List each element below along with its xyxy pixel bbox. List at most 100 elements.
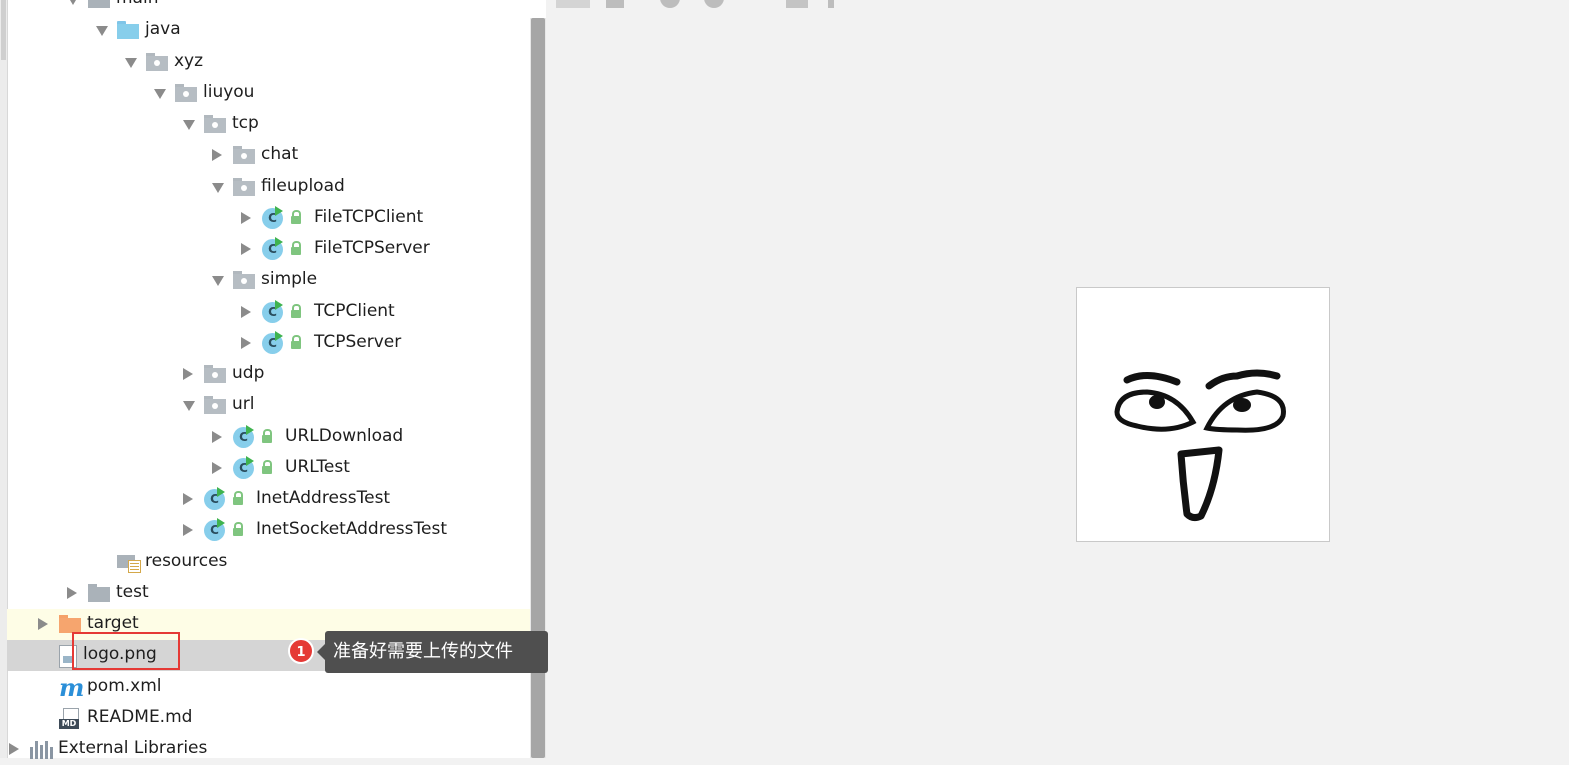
zoom-to-fit-icon[interactable] [556, 0, 590, 8]
tree-item[interactable]: MD README.md [7, 703, 530, 734]
tree-item[interactable]: tcp [7, 109, 530, 140]
collapsed-arrow-icon[interactable] [183, 524, 193, 537]
expanded-arrow-icon[interactable] [183, 120, 195, 130]
tree-item-label: URLTest [285, 456, 350, 477]
tree-item-label: udp [232, 363, 265, 383]
tree-item[interactable]: C InetSocketAddressTest [7, 515, 530, 546]
package-icon [233, 271, 255, 290]
color-picker-icon[interactable] [828, 0, 834, 8]
package-icon [204, 365, 226, 383]
tree-item[interactable]: simple [7, 265, 530, 296]
tree-item-label: FileTCPServer [314, 238, 430, 258]
folder-icon [88, 0, 110, 8]
face-drawing-icon [1114, 369, 1286, 522]
tree-item[interactable]: liuyou [7, 78, 530, 109]
tree-item-label: TCPClient [314, 300, 395, 321]
java-class-icon: C [233, 424, 279, 449]
collapsed-arrow-icon[interactable] [212, 430, 222, 443]
java-class-icon: C [204, 518, 250, 542]
collapsed-arrow-icon[interactable] [241, 211, 251, 224]
package-icon [233, 177, 255, 196]
highlight-box [72, 632, 180, 670]
libraries-icon [30, 741, 54, 759]
tree-item[interactable]: resources [7, 547, 530, 578]
tree-item[interactable]: test [7, 578, 530, 609]
zoom-in-icon[interactable] [660, 0, 680, 8]
image-preview [1076, 287, 1330, 542]
scroll-thumb[interactable] [1, 0, 6, 60]
tree-item-label: README.md [87, 706, 193, 727]
collapsed-arrow-icon[interactable] [241, 305, 251, 318]
tooltip-arrow [317, 644, 325, 660]
collapsed-arrow-icon[interactable] [183, 368, 193, 380]
expanded-arrow-icon[interactable] [212, 276, 224, 287]
tree-item-label: InetSocketAddressTest [256, 519, 447, 540]
tree-item-label: java [145, 19, 181, 40]
markdown-file-icon: MD [59, 707, 79, 729]
tree-item[interactable]: udp [7, 359, 530, 390]
tree-item[interactable]: main [7, 0, 530, 15]
tree-item[interactable]: C FileTCPClient [7, 203, 530, 234]
tree-item[interactable]: java [7, 15, 530, 46]
collapsed-arrow-icon[interactable] [183, 493, 193, 505]
tree-item[interactable]: C TCPServer [7, 328, 530, 359]
tree-item-label: pom.xml [87, 675, 162, 696]
package-icon [175, 83, 197, 102]
tree-item-label: xyz [174, 50, 204, 71]
tree-item[interactable]: C URLTest [7, 453, 530, 484]
java-class-icon: C [262, 299, 308, 324]
zoom-out-icon[interactable] [704, 0, 724, 8]
maven-icon: m [59, 672, 85, 702]
tree-item-label: fileupload [261, 175, 345, 196]
excluded-folder-icon [59, 615, 81, 633]
collapsed-arrow-icon[interactable] [241, 243, 251, 255]
expanded-arrow-icon[interactable] [67, 0, 79, 5]
java-class-icon: C [262, 330, 308, 355]
tree-item-label: FileTCPClient [314, 206, 424, 227]
tree-item-label: simple [261, 269, 318, 290]
tree-item-label: test [116, 581, 149, 602]
annotation-tooltip: 准备好需要上传的文件 [325, 631, 548, 673]
tree-item-label: External Libraries [58, 738, 208, 758]
expanded-arrow-icon[interactable] [154, 88, 166, 99]
tree-item[interactable]: C TCPClient [7, 297, 530, 328]
grid-icon[interactable] [606, 0, 624, 8]
expanded-arrow-icon[interactable] [183, 401, 195, 412]
tree-item[interactable]: C FileTCPServer [7, 234, 530, 265]
package-icon [204, 115, 226, 133]
folder-icon [88, 583, 110, 602]
java-class-icon: C [262, 205, 308, 230]
tree-item-label: url [232, 394, 255, 415]
java-class-icon: C [233, 455, 279, 480]
tree-item-label: TCPServer [314, 331, 402, 352]
java-class-icon: C [262, 237, 308, 261]
tree-item[interactable]: url [7, 390, 530, 421]
background-icon[interactable] [786, 0, 808, 8]
tree-item[interactable]: m pom.xml [7, 672, 530, 703]
tree-item-label: URLDownload [285, 425, 404, 446]
collapsed-arrow-icon[interactable] [212, 461, 222, 474]
editor-toolbar [546, 0, 1569, 8]
expanded-arrow-icon[interactable] [96, 26, 108, 37]
tree-item-label: tcp [232, 113, 259, 133]
tree-item[interactable]: fileupload [7, 172, 530, 203]
package-icon [146, 52, 168, 71]
collapsed-arrow-icon[interactable] [212, 149, 222, 162]
collapsed-arrow-icon[interactable] [38, 618, 48, 630]
tree-item-label: chat [261, 144, 299, 165]
collapsed-arrow-icon[interactable] [67, 586, 77, 599]
tree-item[interactable]: External Libraries [7, 734, 530, 765]
collapsed-arrow-icon[interactable] [9, 743, 19, 755]
tree-item[interactable]: chat [7, 140, 530, 171]
tree-item[interactable]: C URLDownload [7, 422, 530, 453]
tree-item-label: InetAddressTest [256, 488, 391, 508]
step-badge: 1 [288, 638, 314, 664]
expanded-arrow-icon[interactable] [212, 182, 224, 193]
expanded-arrow-icon[interactable] [125, 57, 137, 68]
package-icon [233, 146, 255, 165]
package-icon [204, 396, 226, 415]
tree-item[interactable]: C InetAddressTest [7, 484, 530, 515]
tree-item[interactable]: xyz [7, 47, 530, 78]
collapsed-arrow-icon[interactable] [241, 336, 251, 349]
source-folder-icon [117, 21, 139, 40]
